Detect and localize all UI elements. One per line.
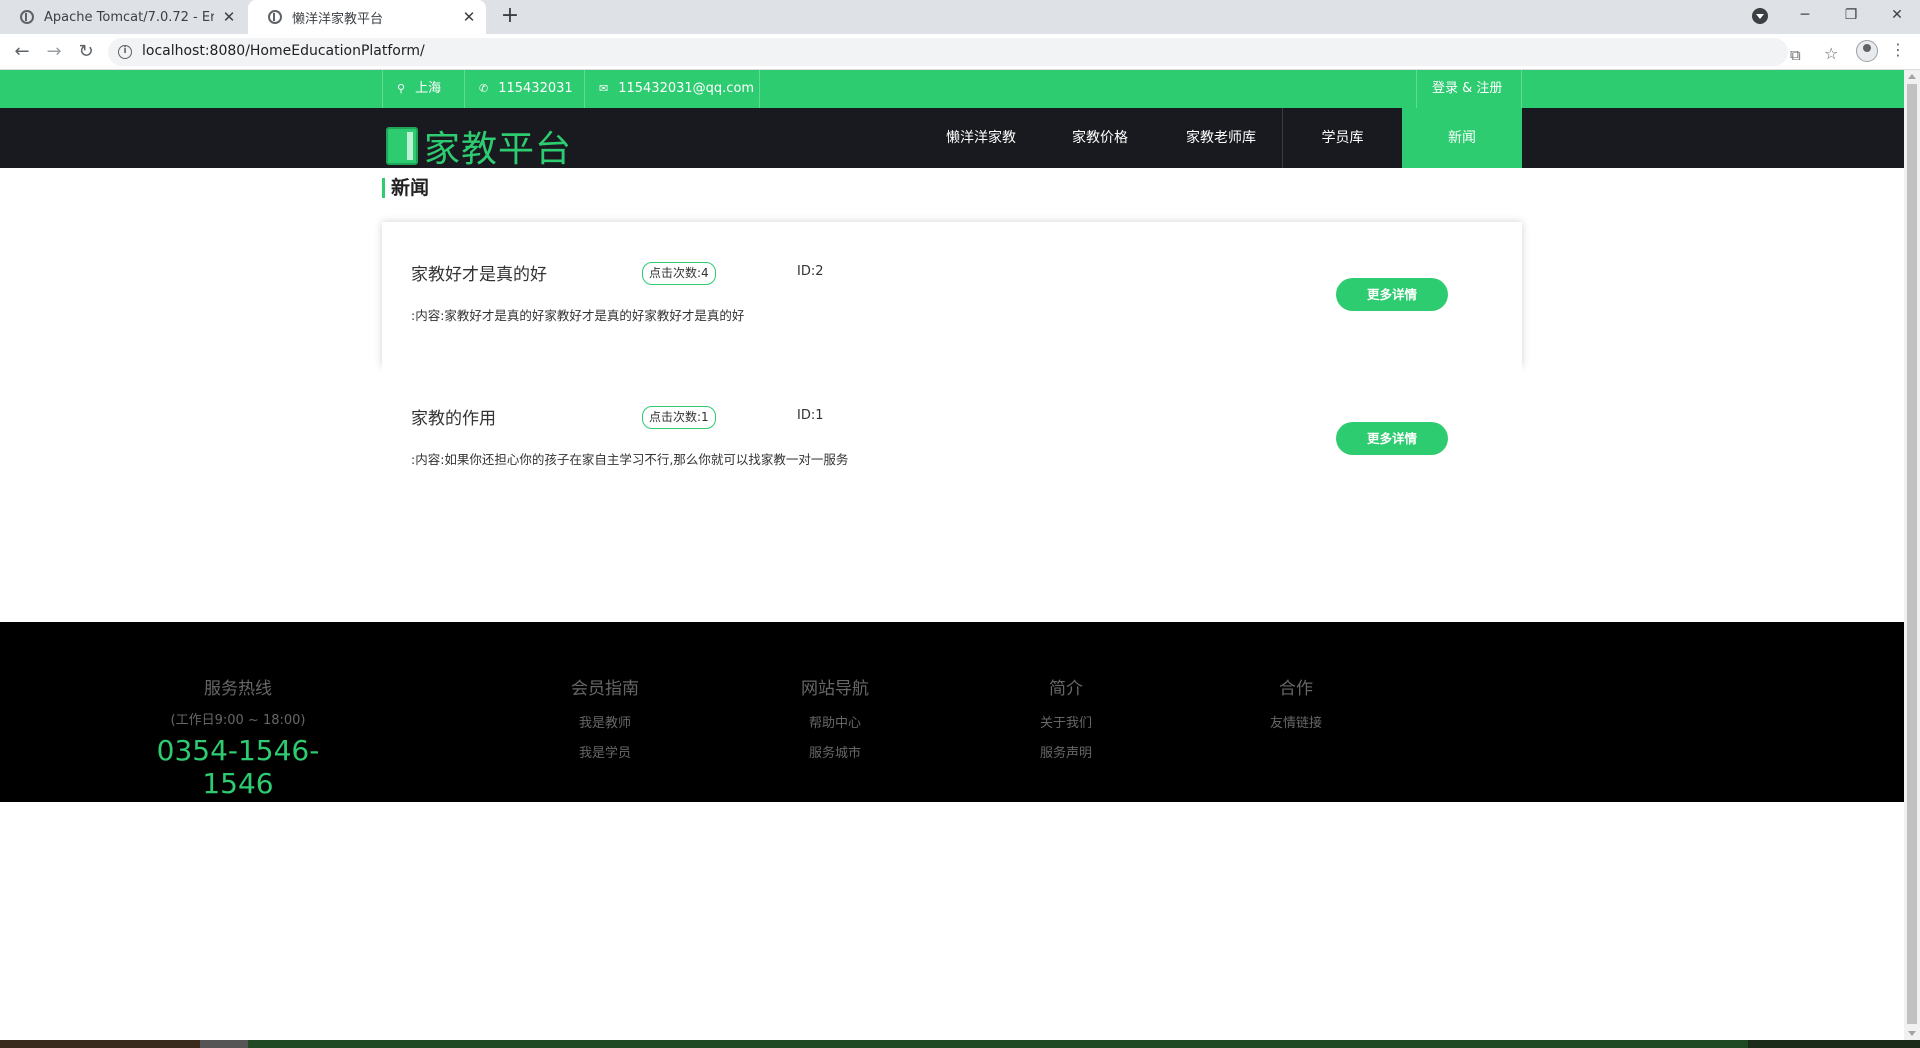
footer-column-sitenav: 网站导航 帮助中心 服务城市	[725, 674, 945, 769]
email-text: 115432031@qq.com	[618, 81, 755, 96]
main-navbar: 家教平台 懒洋洋家教 家教价格 家教老师库 学员库 新闻	[0, 108, 1904, 170]
browser-toolbar: ← → ↻ i localhost:8080/HomeEducationPlat…	[0, 34, 1920, 70]
footer-link-cities[interactable]: 服务城市	[725, 739, 945, 769]
news-card: 家教的作用 点击次数:1 ID:1 :内容:如果你还担心你的孩子在家自主学习不行…	[382, 366, 1522, 510]
news-content: :内容:如果你还担心你的孩子在家自主学习不行,那么你就可以找家教一对一服务	[411, 452, 849, 467]
translate-icon[interactable]: ⧉	[1790, 46, 1801, 64]
news-id: ID:2	[797, 264, 824, 279]
phone-item: ✆ 115432031	[464, 70, 584, 108]
click-count-badge: 点击次数:1	[642, 406, 716, 429]
reload-button[interactable]: ↻	[74, 40, 98, 64]
footer-link-student[interactable]: 我是学员	[495, 739, 715, 769]
nav-item-teachers[interactable]: 家教老师库	[1160, 108, 1282, 168]
news-id: ID:1	[797, 408, 824, 423]
contact-bar: ⚲ 上海 ✆ 115432031 ✉ 115432031@qq.com 登录 &…	[0, 70, 1904, 108]
location-item: ⚲ 上海	[382, 70, 464, 108]
email-item: ✉ 115432031@qq.com	[584, 70, 760, 108]
info-icon[interactable]: i	[118, 45, 132, 59]
tab-search-icon[interactable]	[1752, 8, 1768, 24]
hotline-heading: 服务热线	[204, 679, 272, 699]
star-icon[interactable]: ☆	[1824, 44, 1838, 63]
globe-icon	[20, 10, 34, 24]
phone-icon: ✆	[479, 82, 489, 95]
page-title: 新闻	[382, 178, 429, 198]
page-viewport: ⚲ 上海 ✆ 115432031 ✉ 115432031@qq.com 登录 &…	[0, 70, 1904, 1040]
page-scrollbar[interactable]	[1904, 70, 1920, 1040]
news-card: 家教好才是真的好 点击次数:4 ID:2 :内容:家教好才是真的好家教好才是真的…	[382, 222, 1522, 366]
hotline-hours: (工作日9:00 ~ 18:00)	[170, 713, 306, 728]
new-tab-button[interactable]: +	[498, 5, 522, 29]
news-content: :内容:家教好才是真的好家教好才是真的好家教好才是真的好	[411, 308, 745, 323]
nav-item-prices[interactable]: 家教价格	[1040, 108, 1160, 168]
login-register-link[interactable]: 登录 & 注册	[1416, 70, 1522, 108]
nav-item-students[interactable]: 学员库	[1282, 108, 1402, 168]
url-text[interactable]: localhost:8080/HomeEducationPlatform/	[142, 43, 425, 59]
forward-button[interactable]: →	[42, 40, 66, 64]
site-footer: 服务热线 (工作日9:00 ~ 18:00) 0354-1546-1546 会员…	[0, 622, 1904, 802]
taskbar-segment	[0, 1040, 200, 1048]
footer-link-terms[interactable]: 服务声明	[956, 739, 1176, 769]
footer-heading: 简介	[1049, 679, 1083, 699]
footer-column-intro: 简介 关于我们 服务声明	[956, 674, 1176, 769]
logo-text: 家教平台	[424, 129, 573, 170]
nav-item-home[interactable]: 懒洋洋家教	[922, 108, 1040, 168]
footer-heading: 网站导航	[801, 679, 869, 699]
footer-heading: 合作	[1279, 679, 1313, 699]
site-logo[interactable]: 家教平台	[386, 120, 572, 172]
back-button[interactable]: ←	[10, 40, 34, 64]
taskbar-segment	[248, 1040, 1748, 1048]
tab-title: Apache Tomcat/7.0.72 - Error r	[44, 9, 214, 25]
phone-text: 115432031	[498, 81, 573, 96]
profile-icon[interactable]	[1856, 40, 1878, 62]
location-text: 上海	[415, 81, 442, 96]
footer-link-about[interactable]: 关于我们	[956, 709, 1176, 739]
menu-icon[interactable]: ⋮	[1890, 42, 1906, 58]
restore-button[interactable]: ❐	[1828, 0, 1874, 30]
scroll-thumb[interactable]	[1907, 84, 1917, 1024]
browser-tabstrip: Apache Tomcat/7.0.72 - Error r ✕ 懒洋洋家教平台…	[0, 0, 1920, 34]
close-tab-icon[interactable]: ✕	[460, 8, 478, 26]
mail-icon: ✉	[599, 82, 609, 95]
click-count-badge: 点击次数:4	[642, 262, 716, 285]
more-details-button[interactable]: 更多详情	[1336, 422, 1448, 455]
footer-link-teacher[interactable]: 我是教师	[495, 709, 715, 739]
minimize-button[interactable]: ─	[1782, 0, 1828, 30]
tab-title: 懒洋洋家教平台	[292, 11, 384, 27]
close-window-button[interactable]: ✕	[1874, 0, 1920, 30]
footer-heading: 会员指南	[571, 679, 639, 699]
address-bar[interactable]: i localhost:8080/HomeEducationPlatform/ …	[108, 38, 1838, 66]
scroll-up-icon[interactable]	[1908, 74, 1916, 79]
footer-link-help[interactable]: 帮助中心	[725, 709, 945, 739]
nav-item-news[interactable]: 新闻	[1402, 108, 1522, 168]
globe-icon	[268, 10, 282, 24]
footer-column-partner: 合作 友情链接	[1186, 674, 1406, 739]
book-icon	[386, 127, 418, 165]
news-title[interactable]: 家教的作用	[411, 404, 496, 429]
os-taskbar	[0, 1040, 1920, 1048]
hotline-column: 服务热线 (工作日9:00 ~ 18:00) 0354-1546-1546	[128, 674, 348, 800]
taskbar-segment	[200, 1040, 248, 1048]
map-pin-icon: ⚲	[397, 82, 406, 95]
news-title[interactable]: 家教好才是真的好	[411, 260, 547, 285]
close-tab-icon[interactable]: ✕	[220, 8, 238, 26]
more-details-button[interactable]: 更多详情	[1336, 278, 1448, 311]
footer-link-friends[interactable]: 友情链接	[1186, 709, 1406, 739]
hotline-number: 0354-1546-1546	[156, 734, 320, 800]
browser-tab[interactable]: Apache Tomcat/7.0.72 - Error r ✕	[0, 0, 246, 34]
browser-tab-active[interactable]: 懒洋洋家教平台 ✕	[248, 0, 486, 34]
scroll-down-icon[interactable]	[1908, 1031, 1916, 1036]
footer-column-member: 会员指南 我是教师 我是学员	[495, 674, 715, 769]
